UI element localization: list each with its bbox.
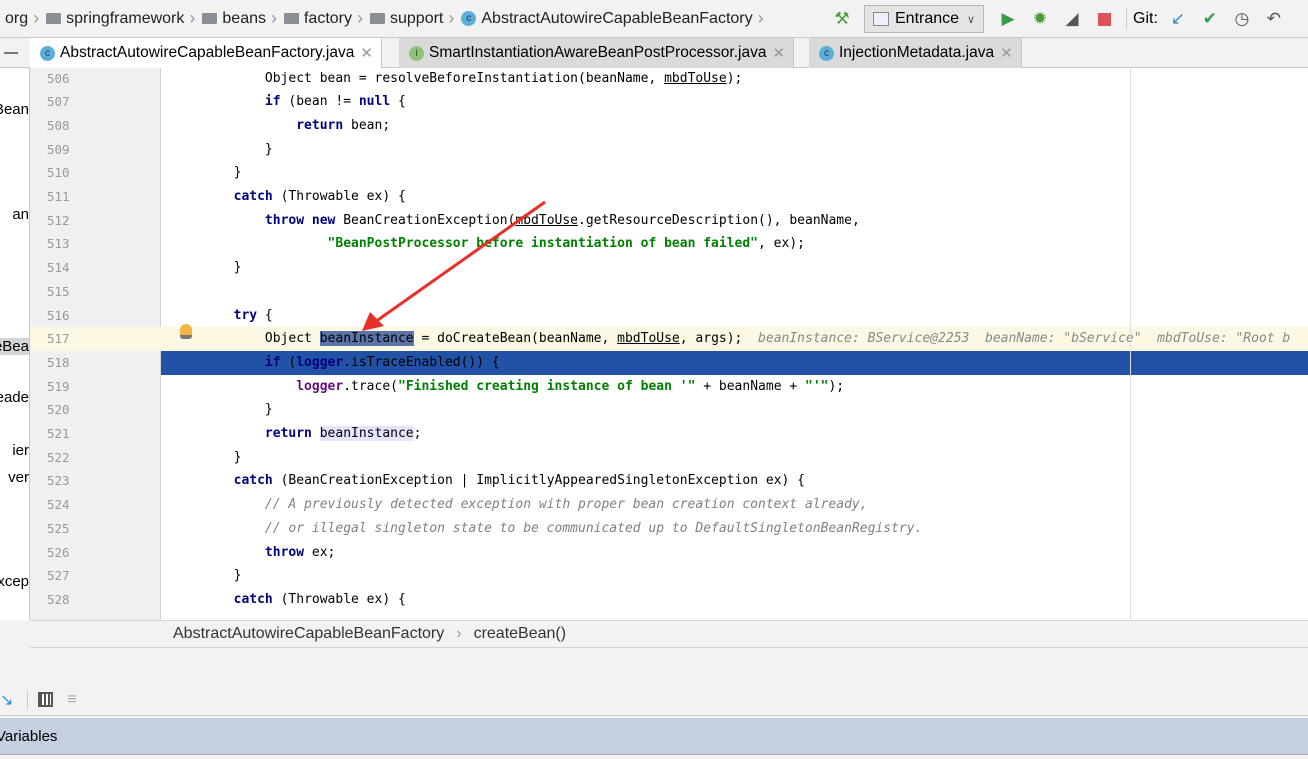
run-to-cursor-icon[interactable]: ↘ <box>0 690 13 710</box>
variables-panel-header: Variables <box>0 718 1308 755</box>
debug-toolbar: ↘ ≡ <box>0 684 1308 716</box>
evaluate-expression-icon[interactable] <box>38 692 54 707</box>
editor-breadcrumb: AbstractAutowireCapableBeanFactory › cre… <box>30 620 1308 648</box>
debug-frames-area <box>0 648 1308 684</box>
breadcrumb-method[interactable]: createBean() <box>474 625 567 643</box>
breadcrumb-class[interactable]: AbstractAutowireCapableBeanFactory <box>173 625 444 643</box>
chevron-right-icon: › <box>456 625 462 642</box>
trace-icon[interactable]: ≡ <box>67 691 76 709</box>
variables-title: Variables <box>0 727 58 745</box>
